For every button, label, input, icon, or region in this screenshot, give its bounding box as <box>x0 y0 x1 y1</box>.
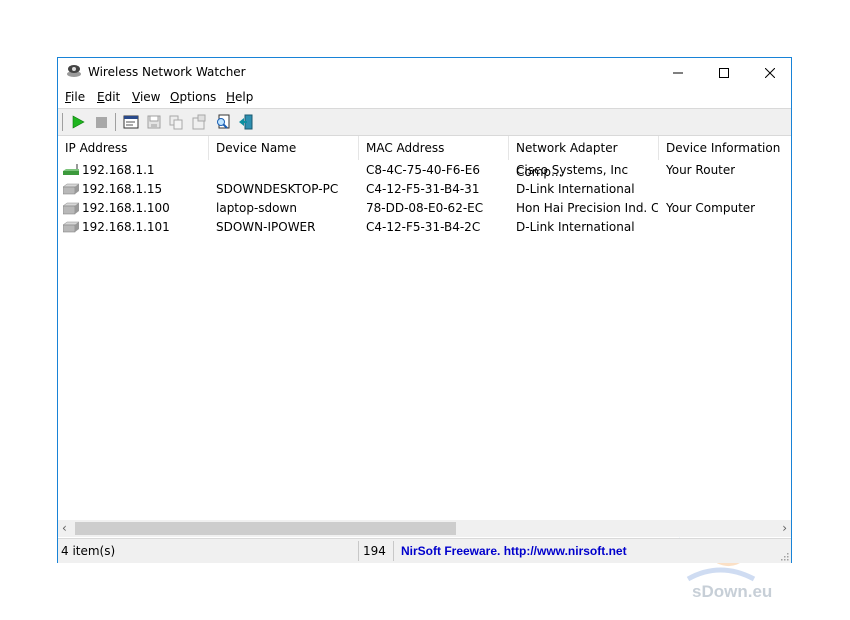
nirsoft-link[interactable]: NirSoft Freeware. http://www.nirsoft.net <box>401 539 627 563</box>
cell-vendor: Hon Hai Precision Ind. C... <box>516 201 658 215</box>
maximize-icon <box>719 67 729 78</box>
table-row[interactable]: 192.168.1.15 SDOWNDESKTOP-PC C4-12-F5-31… <box>58 180 791 199</box>
copy-icon[interactable] <box>168 114 184 130</box>
scroll-right-arrow[interactable]: › <box>782 520 787 537</box>
column-header-vendor[interactable]: Network Adapter Comp... <box>509 136 659 179</box>
cell-mac: C4-12-F5-31-B4-2C <box>366 220 481 234</box>
column-header-ip[interactable]: IP Address <box>58 136 209 160</box>
minimize-button[interactable] <box>655 58 701 87</box>
cell-vendor: Cisco Systems, Inc <box>516 163 629 177</box>
column-header-device-name[interactable]: Device Name <box>209 136 359 160</box>
menu-edit-label: dit <box>104 90 121 104</box>
computer-icon <box>63 221 79 233</box>
menu-help-label: elp <box>235 90 254 104</box>
floppy-disk-icon[interactable] <box>146 114 162 130</box>
toolbar-separator <box>115 113 116 131</box>
menu-help[interactable]: Help <box>226 90 253 104</box>
cell-mac: C8-4C-75-40-F6-E6 <box>366 163 480 177</box>
title-bar[interactable]: Wireless Network Watcher <box>58 58 791 87</box>
cell-device-name: SDOWNDESKTOP-PC <box>216 182 339 196</box>
status-value: 194 <box>363 544 386 558</box>
app-window: Wireless Network Watcher File Edit View … <box>57 57 792 601</box>
cell-vendor: D-Link International <box>516 220 635 234</box>
menu-file-label: ile <box>71 90 86 104</box>
cell-device-name: SDOWN-IPOWER <box>216 220 316 234</box>
close-button[interactable] <box>747 58 793 87</box>
watermark-text: sDown.eu <box>692 582 772 601</box>
menu-help-accel: H <box>226 90 236 104</box>
menu-options[interactable]: Options <box>170 90 216 104</box>
cell-ip: 192.168.1.1 <box>82 163 155 177</box>
properties-icon[interactable] <box>191 114 207 130</box>
scrollbar-thumb[interactable] <box>75 522 456 535</box>
scroll-left-arrow[interactable]: ‹ <box>62 520 67 537</box>
resize-grip-icon[interactable] <box>779 551 789 561</box>
minimize-icon <box>673 72 683 73</box>
toolbar-grip <box>62 113 63 131</box>
report-window-icon[interactable] <box>123 114 139 130</box>
cell-device-info: Your Router <box>666 163 736 177</box>
menu-view[interactable]: View <box>132 90 160 104</box>
computer-icon <box>63 202 79 215</box>
toolbar <box>58 108 791 136</box>
cell-device-name: laptop-sdown <box>216 201 297 215</box>
app-eye-icon <box>67 65 81 77</box>
cell-ip: 192.168.1.100 <box>82 201 170 215</box>
horizontal-scrollbar[interactable]: ‹ › <box>58 520 791 537</box>
menu-edit[interactable]: Edit <box>97 90 120 104</box>
status-bar: 4 item(s) 194 NirSoft Freeware. http://w… <box>58 538 791 563</box>
menu-view-accel: V <box>132 90 140 104</box>
cell-mac: C4-12-F5-31-B4-31 <box>366 182 480 196</box>
stop-icon[interactable] <box>93 114 109 130</box>
table-row[interactable]: 192.168.1.101 SDOWN-IPOWER C4-12-F5-31-B… <box>58 218 791 237</box>
status-divider <box>358 541 359 561</box>
menu-view-label: iew <box>139 90 161 104</box>
table-row[interactable]: 192.168.1.100 laptop-sdown 78-DD-08-E0-6… <box>58 199 791 218</box>
computer-icon <box>63 183 79 195</box>
cell-ip: 192.168.1.101 <box>82 220 170 234</box>
status-divider <box>393 541 394 561</box>
status-item-count: 4 item(s) <box>61 544 116 558</box>
maximize-button[interactable] <box>701 58 747 87</box>
close-icon <box>765 67 775 78</box>
menu-edit-accel: E <box>97 90 105 104</box>
find-icon[interactable] <box>215 114 231 130</box>
cell-ip: 192.168.1.15 <box>82 182 163 196</box>
menu-file[interactable]: File <box>65 90 85 104</box>
menu-bar: File Edit View Options Help <box>58 87 791 107</box>
cell-vendor: D-Link International <box>516 182 635 196</box>
column-header-device-info[interactable]: Device Information <box>659 136 791 160</box>
window-title: Wireless Network Watcher <box>88 65 246 79</box>
menu-options-label: ptions <box>179 90 217 104</box>
device-list[interactable]: IP Address Device Name MAC Address Netwo… <box>58 136 791 601</box>
cell-mac: 78-DD-08-E0-62-EC <box>366 201 484 215</box>
router-icon <box>63 164 79 175</box>
cell-device-info: Your Computer <box>666 201 756 215</box>
column-header-mac[interactable]: MAC Address <box>359 136 509 160</box>
table-row[interactable]: 192.168.1.1 C8-4C-75-40-F6-E6 Cisco Syst… <box>58 161 791 180</box>
exit-door-icon[interactable] <box>238 114 254 130</box>
play-icon[interactable] <box>70 114 86 130</box>
